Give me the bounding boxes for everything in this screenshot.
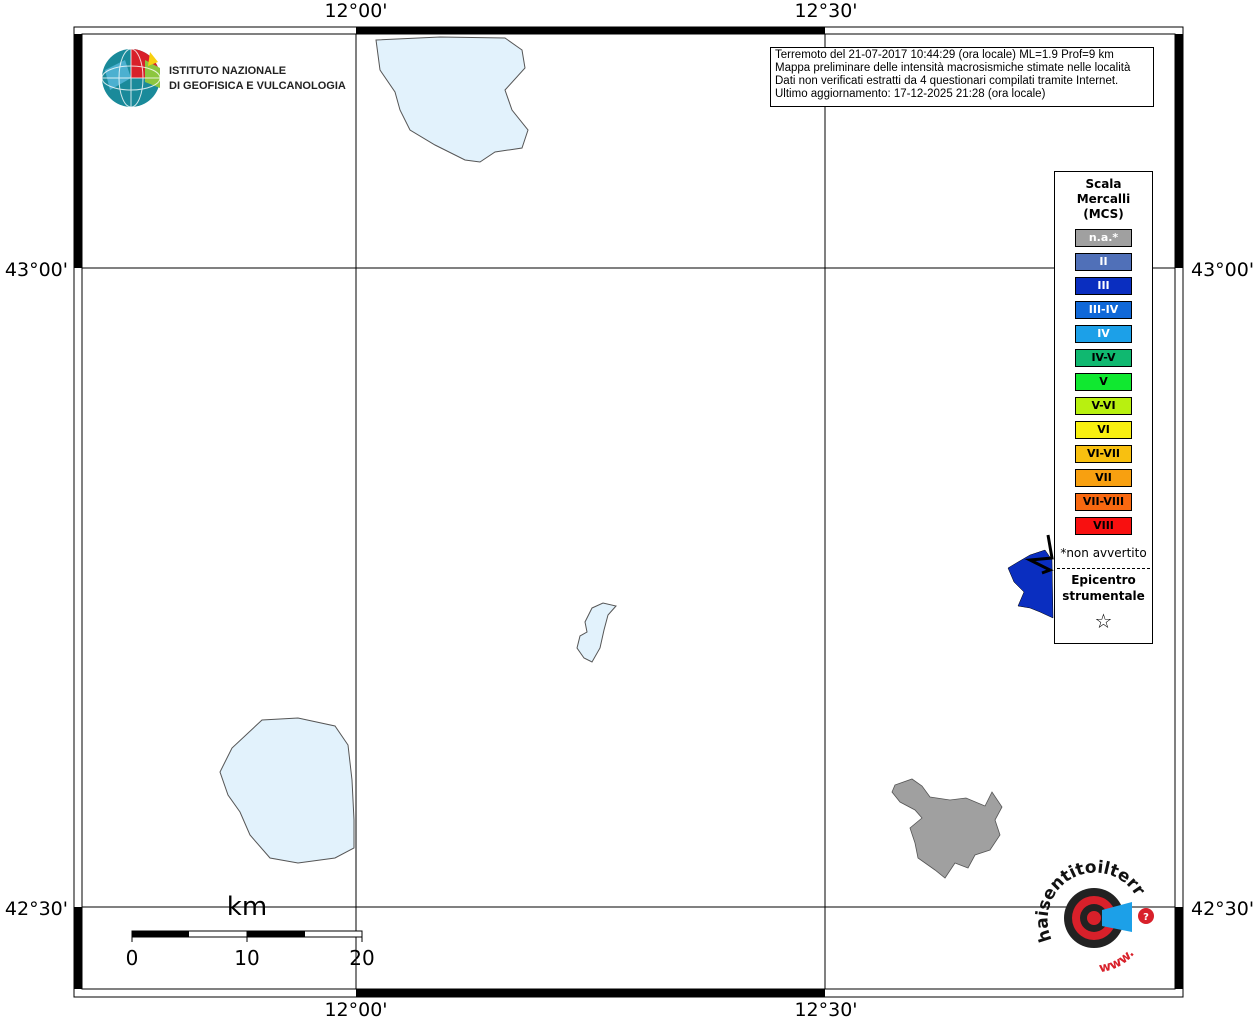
lat-label-right-4300: 43°00' (1191, 259, 1254, 281)
frame-bar-bottom (356, 989, 825, 997)
legend-swatch-vii-viii: VII-VIII (1075, 493, 1132, 511)
legend-swatch-ii: II (1075, 253, 1132, 271)
legend-swatch-iv-v: IV-V (1075, 349, 1132, 367)
info-line-2: Mappa preliminare delle intensità macros… (775, 62, 1131, 74)
legend-swatch-vi: VI (1075, 421, 1132, 439)
legend-title-line1: Scala (1085, 177, 1122, 191)
event-info-box: Terremoto del 21-07-2017 10:44:29 (ora l… (770, 47, 1154, 107)
frame-bar-left-bottom (74, 907, 82, 989)
frame-bar-top (356, 27, 825, 34)
ingv-logo-line2: DI GEOFISICA E VULCANOLOGIA (169, 80, 346, 92)
lon-label-bottom-1230: 12°30' (794, 999, 857, 1021)
frame-bar-right-top (1175, 34, 1183, 268)
lat-label-left-4300: 43°00' (5, 259, 68, 281)
legend-title: Scala Mercalli (MCS) (1055, 177, 1152, 222)
frame-bar-right-bottom (1175, 907, 1183, 989)
legend-epicenter-line1: Epicentro (1071, 573, 1136, 587)
lon-label-bottom-1200: 12°00' (324, 999, 387, 1021)
frame-bar-left-top (74, 34, 82, 268)
legend-note: *non avvertito (1060, 546, 1147, 560)
info-line-3: Dati non verificati estratti da 4 questi… (775, 75, 1119, 87)
legend-title-line3: (MCS) (1083, 207, 1124, 221)
legend-swatch-vi-vii: VI-VII (1075, 445, 1132, 463)
ingv-logo-line1: ISTITUTO NAZIONALE (169, 65, 286, 77)
info-line-4: Ultimo aggiornamento: 17-12-2025 21:28 (… (775, 88, 1046, 100)
scale-unit-label: km (227, 892, 267, 922)
scale-tick-0: 0 (126, 946, 139, 970)
map-inner-frame (81, 33, 1176, 990)
legend-epicenter-line2: strumentale (1062, 589, 1145, 603)
lat-label-right-4230: 42°30' (1191, 898, 1254, 920)
legend-swatch-vii: VII (1075, 469, 1132, 487)
legend-divider (1057, 568, 1150, 569)
mcs-legend: Scala Mercalli (MCS) n.a.* II III III-IV IV I… (1054, 171, 1153, 644)
legend-swatch-iii: III (1075, 277, 1132, 295)
lon-label-top-1200: 12°00' (324, 0, 387, 22)
legend-swatch-iii-iv: III-IV (1075, 301, 1132, 319)
info-line-1: Terremoto del 21-07-2017 10:44:29 (ora l… (775, 49, 1114, 61)
scale-tick-20: 20 (349, 946, 374, 970)
scale-tick-10: 10 (234, 946, 259, 970)
lon-label-top-1230: 12°30' (794, 0, 857, 22)
epicenter-star-icon: ☆ (1094, 609, 1113, 633)
legend-epicenter-label: Epicentro strumentale (1055, 572, 1152, 604)
lat-label-left-4230: 42°30' (5, 898, 68, 920)
legend-swatch-iv: IV (1075, 325, 1132, 343)
svg-text:?: ? (1143, 912, 1149, 923)
legend-swatch-n-a: n.a.* (1075, 229, 1132, 247)
legend-title-line2: Mercalli (1076, 192, 1131, 206)
legend-swatch-v-vi: V-VI (1075, 397, 1132, 415)
legend-swatch-viii: VIII (1075, 517, 1132, 535)
legend-swatch-v: V (1075, 373, 1132, 391)
